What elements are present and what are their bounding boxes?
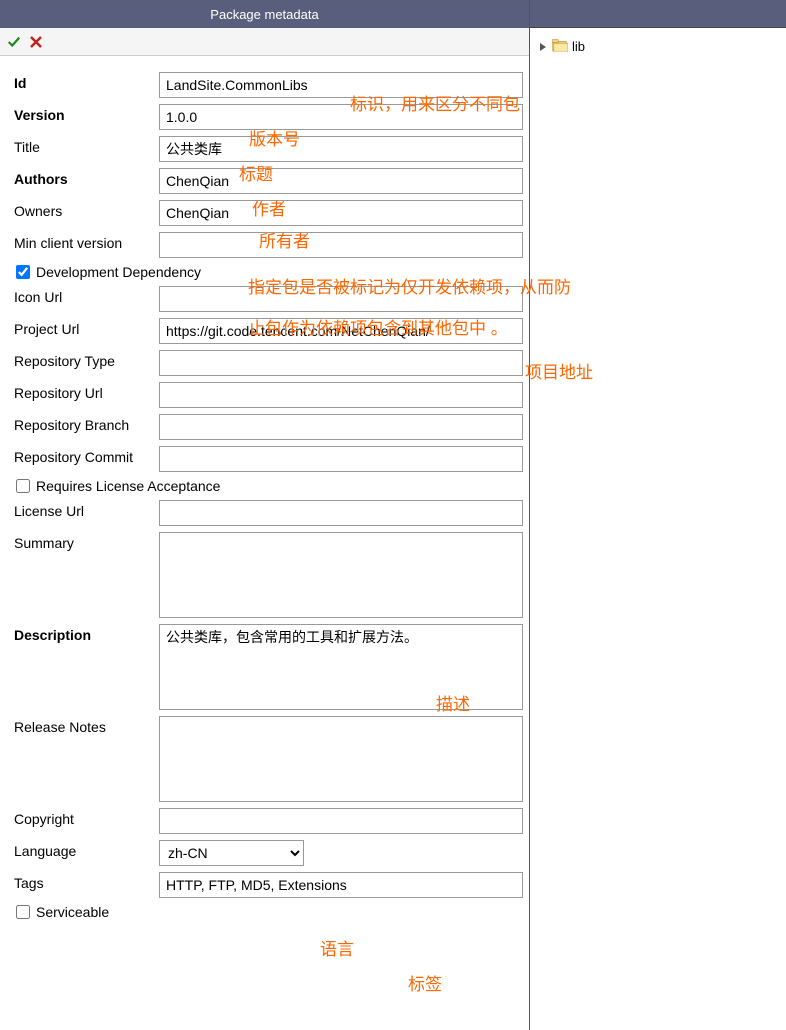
requires-license-checkbox[interactable] xyxy=(16,479,30,493)
repo-commit-label: Repository Commit xyxy=(14,446,159,465)
requires-license-label: Requires License Acceptance xyxy=(36,478,220,494)
dev-dependency-label: Development Dependency xyxy=(36,264,201,280)
form-area: Id Version Title Authors Owners Min clie xyxy=(0,56,529,1030)
right-header-bar xyxy=(530,0,786,28)
repo-branch-label: Repository Branch xyxy=(14,414,159,433)
repo-commit-input[interactable] xyxy=(159,446,523,472)
tree-root-label: lib xyxy=(572,39,585,54)
icon-url-label: Icon Url xyxy=(14,286,159,305)
release-notes-label: Release Notes xyxy=(14,716,159,735)
repo-url-label: Repository Url xyxy=(14,382,159,401)
copyright-input[interactable] xyxy=(159,808,523,834)
title-label: Title xyxy=(14,136,159,155)
accept-icon[interactable] xyxy=(6,34,22,50)
language-label: Language xyxy=(14,840,159,859)
authors-input[interactable] xyxy=(159,168,523,194)
summary-label: Summary xyxy=(14,532,159,551)
repo-type-label: Repository Type xyxy=(14,350,159,369)
tree-area: lib xyxy=(530,28,786,1030)
repo-url-input[interactable] xyxy=(159,382,523,408)
serviceable-checkbox[interactable] xyxy=(16,905,30,919)
tree-root-node[interactable]: lib xyxy=(538,36,778,57)
icon-url-input[interactable] xyxy=(159,286,523,312)
license-url-input[interactable] xyxy=(159,500,523,526)
serviceable-label: Serviceable xyxy=(36,904,109,920)
repo-branch-input[interactable] xyxy=(159,414,523,440)
tree-expand-icon[interactable] xyxy=(538,42,548,52)
language-select[interactable]: zh-CN xyxy=(159,840,304,866)
project-url-label: Project Url xyxy=(14,318,159,337)
release-notes-input[interactable] xyxy=(159,716,523,802)
project-url-input[interactable] xyxy=(159,318,523,344)
title-input[interactable] xyxy=(159,136,523,162)
min-client-label: Min client version xyxy=(14,232,159,251)
tags-label: Tags xyxy=(14,872,159,891)
id-label: Id xyxy=(14,72,159,91)
version-input[interactable] xyxy=(159,104,523,130)
panel-title-bar: Package metadata xyxy=(0,0,529,28)
dev-dependency-checkbox[interactable] xyxy=(16,265,30,279)
cancel-icon[interactable] xyxy=(28,34,44,50)
folder-stack-icon xyxy=(552,38,568,55)
license-url-label: License Url xyxy=(14,500,159,519)
description-input[interactable] xyxy=(159,624,523,710)
repo-type-input[interactable] xyxy=(159,350,523,376)
metadata-panel: Package metadata Id Version Title xyxy=(0,0,530,1030)
tree-panel: lib xyxy=(530,0,786,1030)
description-label: Description xyxy=(14,624,159,643)
min-client-input[interactable] xyxy=(159,232,523,258)
tags-input[interactable] xyxy=(159,872,523,898)
owners-input[interactable] xyxy=(159,200,523,226)
authors-label: Authors xyxy=(14,168,159,187)
panel-title: Package metadata xyxy=(210,7,318,22)
owners-label: Owners xyxy=(14,200,159,219)
toolbar xyxy=(0,28,529,56)
copyright-label: Copyright xyxy=(14,808,159,827)
id-input[interactable] xyxy=(159,72,523,98)
summary-input[interactable] xyxy=(159,532,523,618)
version-label: Version xyxy=(14,104,159,123)
